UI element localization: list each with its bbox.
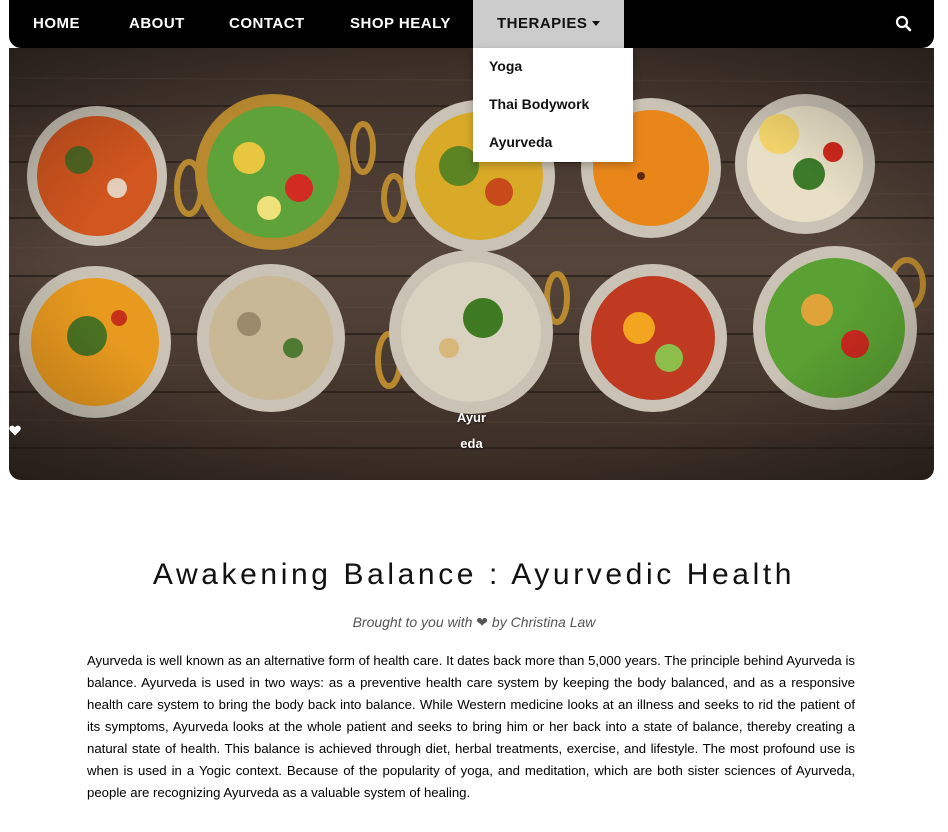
nav-home-link[interactable]: HOME xyxy=(33,0,80,48)
hero-banner: Ayur eda xyxy=(9,48,934,480)
top-navbar: HOME ABOUT CONTACT SHOP HEALY THERAPIES xyxy=(9,0,934,48)
heart-icon xyxy=(9,425,21,436)
dropdown-item-yoga[interactable]: Yoga xyxy=(473,48,633,86)
nav-about-link[interactable]: ABOUT xyxy=(129,0,185,48)
author-byline: Brought to you with ❤ by Christina Law xyxy=(352,614,596,630)
nav-shop-healy-link[interactable]: SHOP HEALY xyxy=(350,0,451,48)
nav-therapies-dropdown[interactable]: THERAPIES xyxy=(473,0,625,48)
page-title: Awakening Balance : Ayurvedic Health xyxy=(152,558,796,591)
dropdown-item-ayurveda[interactable]: Ayurveda xyxy=(473,124,633,162)
search-icon[interactable] xyxy=(894,14,914,34)
caption-right-text: eda xyxy=(460,436,483,451)
caption-left-text: Ayur xyxy=(456,410,487,425)
therapies-dropdown-menu: Yoga Thai Bodywork Ayurveda xyxy=(473,48,633,162)
nav-contact-link[interactable]: CONTACT xyxy=(229,0,305,48)
dropdown-item-thai-bodywork[interactable]: Thai Bodywork xyxy=(473,86,633,124)
article-body: Ayurveda is well known as an alternative… xyxy=(87,653,855,800)
hero-caption: Ayur eda xyxy=(9,410,934,451)
caret-down-icon xyxy=(592,21,601,26)
nav-therapies-label: THERAPIES xyxy=(497,15,588,32)
